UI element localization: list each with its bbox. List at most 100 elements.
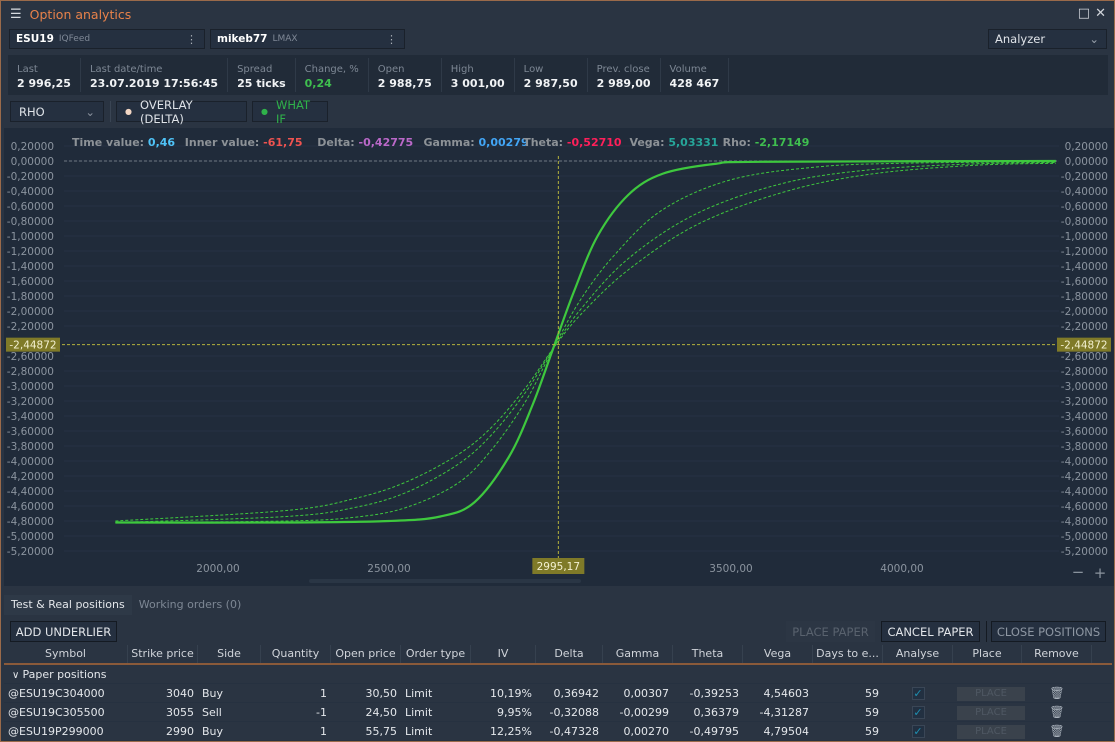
y-tick-label-right: -0,40000: [1061, 186, 1108, 198]
column-header[interactable]: Side: [198, 645, 261, 663]
cell-symbol: @ESU19C304000: [8, 686, 105, 700]
group-label: Paper positions: [22, 667, 107, 681]
cell-side: Buy: [202, 724, 224, 738]
y-tick-label-left: -3,00000: [7, 381, 54, 393]
rho-chart[interactable]: 0,20000 0,20000 0,00000 0,00000 -0,20000 -0,2…: [4, 128, 1114, 586]
cell-side: Buy: [202, 686, 224, 700]
y-tick-label-right: -4,20000: [1061, 471, 1108, 483]
column-header[interactable]: Gamma: [603, 645, 673, 663]
column-header[interactable]: Delta: [536, 645, 603, 663]
quote-cell: Last date/time 23.07.2019 17:56:45: [81, 58, 229, 92]
column-header[interactable]: Days to e...: [813, 645, 883, 663]
cell-delta: -0,32088: [549, 705, 599, 719]
x-tick-label: 4000,00: [880, 563, 923, 575]
analyse-checkbox[interactable]: ✓: [911, 705, 925, 719]
y-tick-label-right: -0,20000: [1061, 171, 1108, 183]
column-header[interactable]: Quantity: [261, 645, 331, 663]
quote-value: 2 988,75: [377, 77, 432, 90]
legend-item: Gamma: 0,00279: [424, 136, 529, 149]
overlay-delta-button[interactable]: ● OVERLAY (DELTA): [116, 98, 247, 126]
legend-item: Vega: 5,03331: [629, 136, 718, 149]
legend-item: Time value: 0,46: [72, 136, 175, 149]
y-tick-label-right: -4,00000: [1061, 456, 1108, 468]
legend-item: Theta: -0,52710: [523, 136, 622, 149]
column-header[interactable]: Vega: [743, 645, 813, 663]
maximize-icon[interactable]: □: [1078, 6, 1090, 21]
y-tick-label-left: -4,20000: [7, 471, 54, 483]
analyse-checkbox[interactable]: ✓: [911, 686, 925, 700]
cell-delta: -0,47328: [549, 724, 599, 738]
place-paper-button[interactable]: PLACE PAPER: [786, 621, 875, 642]
instrument-selector[interactable]: ESU19 IQFeed ⋮: [9, 29, 205, 49]
cell-delta: 0,36942: [553, 686, 600, 700]
chevron-down-icon[interactable]: ∨: [12, 670, 23, 681]
place-button[interactable]: PLACE: [957, 705, 1025, 720]
group-row-paper-positions[interactable]: ∨ Paper positions: [4, 665, 1112, 684]
column-header[interactable]: Open price: [331, 645, 401, 663]
quote-cell: Volume 428 467: [661, 58, 730, 92]
column-header[interactable]: Theta: [673, 645, 743, 663]
close-icon[interactable]: ✕: [1095, 6, 1106, 21]
series-line-3: [115, 162, 1056, 523]
tab-working-orders[interactable]: Working orders (0): [132, 595, 249, 615]
cell-strike: 3040: [166, 686, 194, 700]
more-options-icon[interactable]: ⋮: [386, 33, 397, 46]
y-tick-label-right: -1,60000: [1061, 276, 1108, 288]
cell-vega: 4,79504: [763, 724, 810, 738]
actions-divider: [986, 621, 987, 642]
table-row[interactable]: @ESU19C305500 3055 Sell -1 24,50 Limit 9,95% -0…: [4, 703, 1112, 722]
y-tick-label-right: -0,80000: [1061, 216, 1108, 228]
chart-svg[interactable]: 0,20000 0,20000 0,00000 0,00000 -0,20000 -0,2…: [4, 128, 1114, 586]
analyse-checkbox[interactable]: ✓: [911, 724, 925, 738]
quote-value: 428 467: [669, 77, 720, 90]
y-tick-label-right: -3,40000: [1061, 411, 1108, 423]
zoom-out-icon[interactable]: −: [1072, 563, 1085, 581]
y-tick-label-left: -2,80000: [7, 366, 54, 378]
y-tick-label-left: -5,20000: [7, 546, 54, 558]
y-tick-label-left: -0,80000: [7, 216, 54, 228]
add-underlier-button[interactable]: ADD UNDERLIER: [10, 621, 117, 642]
column-header[interactable]: Place: [953, 645, 1022, 663]
cell-iv: 9,95%: [497, 705, 532, 719]
cancel-paper-button[interactable]: CANCEL PAPER: [881, 621, 980, 642]
table-row[interactable]: @ESU19P299000 2990 Buy 1 55,75 Limit 12,25% -0,…: [4, 722, 1112, 741]
quote-label: High: [450, 64, 474, 75]
y-tick-label-left: -4,80000: [7, 516, 54, 528]
mode-value: Analyzer: [995, 32, 1046, 46]
trash-icon[interactable]: 🗑: [1049, 686, 1064, 700]
place-button[interactable]: PLACE: [957, 724, 1025, 739]
cell-symbol: @ESU19P299000: [8, 724, 104, 738]
mode-dropdown[interactable]: Analyzer ⌄: [988, 29, 1107, 49]
y-tick-label-right: -5,20000: [1061, 546, 1108, 558]
y-tick-label-left: -3,60000: [7, 426, 54, 438]
greek-dropdown[interactable]: RHO ⌄: [10, 101, 104, 122]
column-header[interactable]: Remove: [1022, 645, 1092, 663]
table-row[interactable]: @ESU19C304000 3040 Buy 1 30,50 Limit 10,19% 0,3…: [4, 684, 1112, 703]
x-tick-label: 3500,00: [709, 563, 752, 575]
column-header[interactable]: Order type: [401, 645, 471, 663]
y-tick-label-right: -2,80000: [1061, 366, 1108, 378]
trash-icon[interactable]: 🗑: [1049, 724, 1064, 738]
account-selector[interactable]: mikeb77 LMAX ⋮: [210, 29, 405, 49]
what-if-button[interactable]: ● WHAT IF: [252, 98, 328, 126]
column-header[interactable]: Analyse: [883, 645, 953, 663]
column-header[interactable]: Strike price: [128, 645, 198, 663]
place-button[interactable]: PLACE: [957, 686, 1025, 701]
more-options-icon[interactable]: ⋮: [186, 33, 197, 46]
quote-value: 3 001,00: [450, 77, 505, 90]
trash-icon[interactable]: 🗑: [1049, 705, 1064, 719]
quote-cell: Open 2 988,75: [369, 58, 442, 92]
horizontal-scrollbar[interactable]: [309, 579, 581, 583]
cell-gamma: 0,00270: [623, 724, 670, 738]
hamburger-icon[interactable]: ☰: [10, 7, 22, 22]
close-positions-button[interactable]: CLOSE POSITIONS: [991, 621, 1106, 642]
quote-label: Last date/time: [89, 64, 163, 75]
column-header[interactable]: Symbol: [4, 645, 128, 663]
overlay-label: OVERLAY (DELTA): [139, 97, 193, 126]
cell-place: PLACE: [953, 686, 1025, 701]
column-header[interactable]: IV: [471, 645, 536, 663]
cell-iv: 10,19%: [490, 686, 532, 700]
tab-test-real-positions[interactable]: Test & Real positions: [4, 595, 132, 615]
zoom-in-icon[interactable]: +: [1094, 564, 1107, 582]
crosshair-y-label-left: -2,44872: [9, 340, 56, 352]
